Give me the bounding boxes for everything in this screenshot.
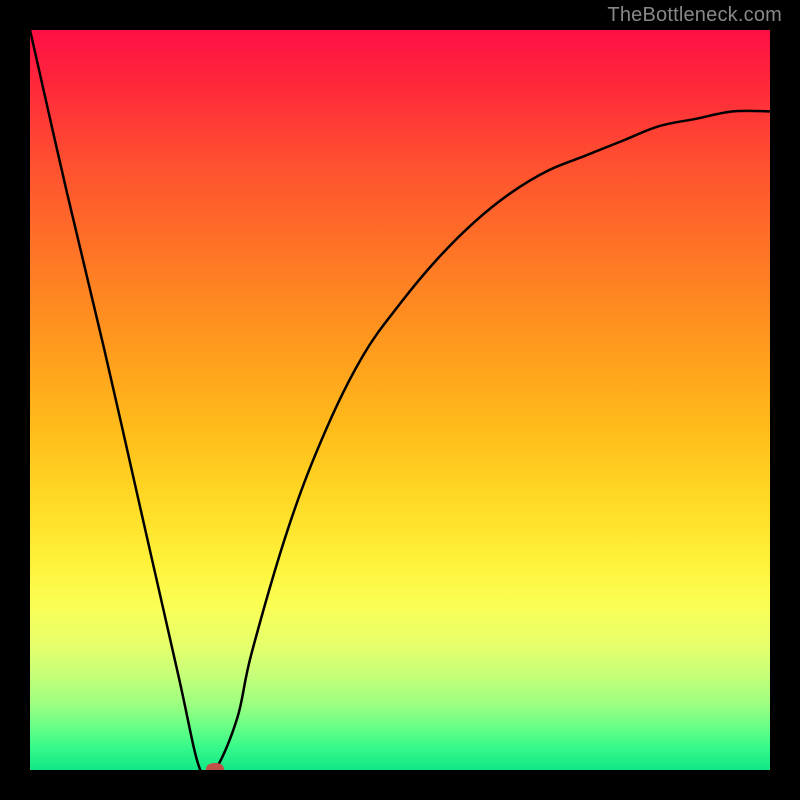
minimum-marker [206,763,224,770]
chart-frame: TheBottleneck.com [0,0,800,800]
plot-area [30,30,770,770]
attribution-label: TheBottleneck.com [607,4,782,27]
bottleneck-curve [30,30,770,770]
